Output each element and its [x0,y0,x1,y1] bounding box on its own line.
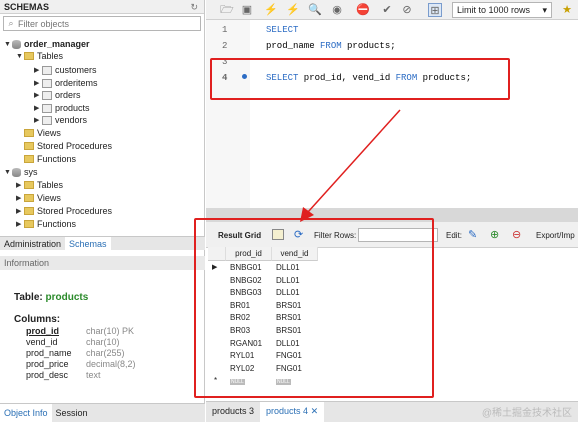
columns-label: Columns: [14,314,61,325]
close-icon[interactable]: ✕ [311,406,319,416]
highlight-query-box [210,58,510,100]
tab-administration[interactable]: Administration [0,237,65,250]
table-icon [42,103,52,113]
table-item[interactable]: ▶ orderitems [34,77,98,89]
folder-icon [24,207,34,215]
collapse-icon[interactable]: ▶ [16,207,24,215]
database-icon [12,39,21,49]
database-icon [12,167,21,177]
filter-box[interactable]: ⌕ [3,16,201,31]
line-gutter [206,20,250,208]
sql-editor[interactable]: 1 SELECT 2 prod_name FROM products; 3 4 … [206,20,578,208]
table-icon [42,90,52,100]
folder-icon [24,194,34,202]
tab-products-3[interactable]: products 3 [206,402,260,422]
expand-icon[interactable]: ▼ [16,53,24,60]
column-row: prod_id char(10) PK [26,326,135,336]
export-label[interactable]: Export/Imp [536,231,575,240]
table-item[interactable]: ▶ customers [34,64,97,76]
schema-sys[interactable]: ▼ sys [4,166,38,178]
search-icon: ⌕ [8,18,14,28]
tab-schemas[interactable]: Schemas [65,237,111,250]
table-item[interactable]: ▶ products [34,102,90,114]
execute-icon[interactable]: ⚡ [264,3,278,17]
column-row: prod_price decimal(8,2) [26,359,136,369]
beautify-icon[interactable]: ★ [560,3,574,17]
toggle-icon[interactable]: ⛔ [356,3,370,17]
highlight-result-box [194,218,434,398]
folder-icon [24,155,34,163]
folder-icon [24,52,34,60]
information-header: Information [0,256,205,270]
folder-functions[interactable]: Functions [24,153,76,165]
execute-current-icon[interactable]: ⚡ [286,3,300,17]
folder-icon [24,181,34,189]
code-keyword: SELECT [266,25,299,35]
navigator-panel: SCHEMAS ↻ ⌕ ▼order_manager ▼Tables ▶cust… [0,0,205,422]
save-icon[interactable]: ▣ [240,3,254,17]
expand-icon[interactable]: ▼ [4,169,12,176]
filter-input[interactable] [18,18,198,29]
collapse-icon[interactable]: ▶ [16,220,24,228]
line-number: 1 [222,25,228,35]
folder-views[interactable]: Views [24,127,61,139]
table-icon [42,78,52,88]
edit-row-icon[interactable]: ✎ [468,228,477,241]
tab-session[interactable]: Session [52,404,92,422]
collapse-icon[interactable]: ▶ [16,194,24,202]
folder-views[interactable]: ▶ Views [16,192,61,204]
table-icon [42,115,52,125]
navigator-tabs: Administration Schemas [0,236,205,250]
collapse-icon[interactable]: ▶ [34,79,42,87]
editor-panel: 🗁 ▣ ⚡ ⚡ 🔍 ◉ ⛔ ✔ ⊘ ⊞ Limit to 1000 rows ▾ … [194,0,578,422]
table-item[interactable]: ▶ vendors [34,114,87,126]
folder-stored-procedures[interactable]: Stored Procedures [24,140,112,152]
chevron-down-icon: ▾ [542,5,547,15]
insert-row-icon[interactable]: ⊕ [490,228,499,241]
folder-stored-procedures[interactable]: ▶ Stored Procedures [16,205,112,217]
explain-icon[interactable]: 🔍 [308,3,322,17]
line-number: 2 [222,41,228,51]
limit-rows-select[interactable]: Limit to 1000 rows ▾ [452,2,552,18]
schema-order-manager[interactable]: ▼ order_manager [4,38,90,50]
folder-icon [24,142,34,150]
autocommit-icon[interactable]: ⊞ [428,3,442,17]
column-list: prod_id char(10) PK vend_id char(10) prod_… [26,326,136,381]
open-icon[interactable]: 🗁 [220,3,234,17]
table-item[interactable]: ▶ orders [34,89,81,101]
column-row: prod_desc text [26,370,101,380]
folder-functions[interactable]: ▶ Functions [16,218,76,230]
collapse-icon[interactable]: ▶ [16,181,24,189]
folder-icon [24,220,34,228]
info-table-line: Table: products [14,292,89,303]
schemas-header: SCHEMAS [0,0,204,14]
tab-object-info[interactable]: Object Info [0,404,52,422]
column-row: prod_name char(255) [26,348,125,358]
collapse-icon[interactable]: ▶ [34,66,42,74]
rollback-icon[interactable]: ⊘ [400,3,414,17]
tab-products-4[interactable]: products 4 ✕ [260,402,325,422]
folder-icon [24,129,34,137]
refresh-icon[interactable]: ↻ [190,2,198,13]
collapse-icon[interactable]: ▶ [34,104,42,112]
collapse-icon[interactable]: ▶ [34,116,42,124]
table-icon [42,65,52,75]
watermark: @稀土掘金技术社区 [481,408,572,419]
folder-tables[interactable]: ▶ Tables [16,179,63,191]
editor-toolbar: 🗁 ▣ ⚡ ⚡ 🔍 ◉ ⛔ ✔ ⊘ ⊞ Limit to 1000 rows ▾ … [206,0,578,20]
commit-icon[interactable]: ✔ [380,3,394,17]
column-row: vend_id char(10) [26,337,120,347]
expand-icon[interactable]: ▼ [4,41,12,48]
navigator-bottom-tabs: Object Info Session [0,403,205,422]
edit-label: Edit: [446,231,463,240]
stop-icon[interactable]: ◉ [330,3,344,17]
code-line: prod_name FROM products; [266,41,396,51]
delete-row-icon[interactable]: ⊖ [512,228,521,241]
collapse-icon[interactable]: ▶ [34,91,42,99]
folder-tables[interactable]: ▼ Tables [16,50,63,62]
